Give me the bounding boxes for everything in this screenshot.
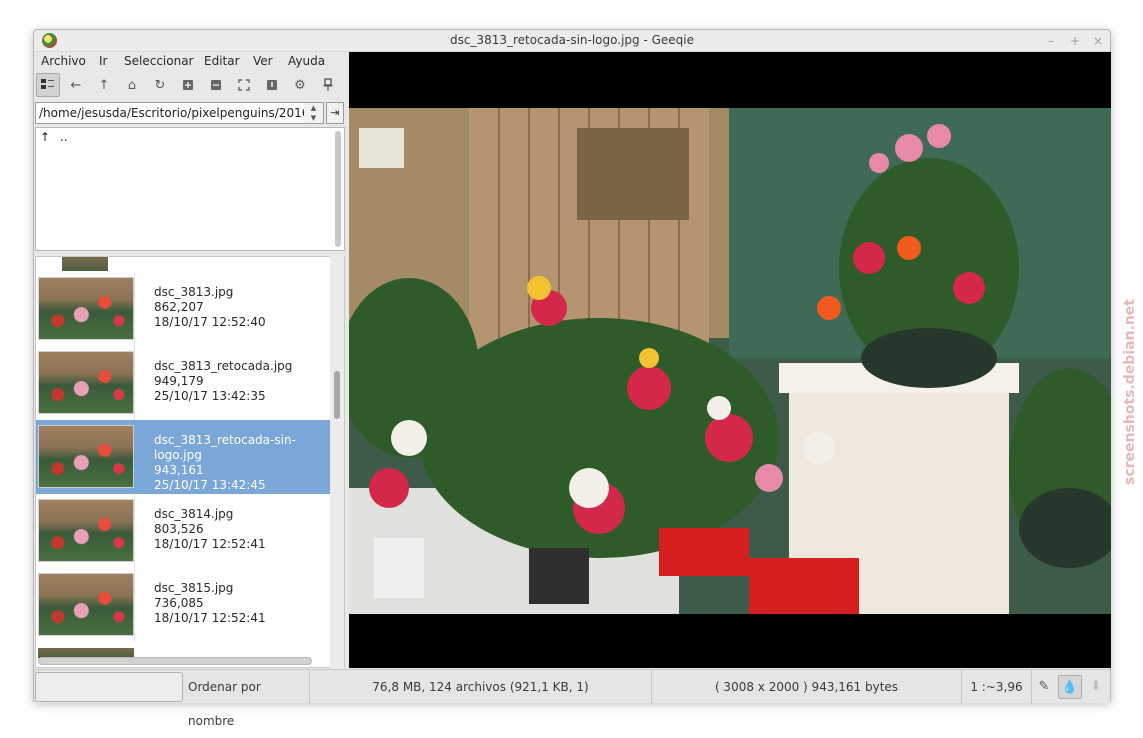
menu-editar[interactable]: Editar bbox=[204, 54, 240, 68]
go-to-path-button[interactable]: ⇥ bbox=[326, 102, 344, 124]
file-row[interactable]: dsc_3813_retocada.jpg 949,179 25/10/17 1… bbox=[36, 346, 331, 420]
refresh-icon[interactable]: ↻ bbox=[148, 73, 172, 97]
path-history-spinner[interactable]: ▲ ▼ bbox=[304, 102, 324, 124]
titlebar: dsc_3813_retocada-sin-logo.jpg - Geeqie … bbox=[34, 30, 1110, 52]
thumbnails-toggle-icon[interactable] bbox=[36, 73, 60, 97]
fullscreen-icon[interactable] bbox=[232, 73, 256, 97]
file-size: 862,207 bbox=[154, 300, 204, 314]
file-size: 943,161 bbox=[154, 463, 204, 477]
partial-thumbnail bbox=[62, 257, 108, 271]
maximize-icon[interactable]: + bbox=[1068, 34, 1082, 48]
toolbar: ← ↑ ⌂ ↻ ⚙ bbox=[34, 73, 348, 99]
directory-scrollbar[interactable] bbox=[335, 131, 341, 247]
file-date: 25/10/17 13:42:35 bbox=[154, 389, 266, 403]
totals-status: 76,8 MB, 124 archivos (921,1 KB, 1) bbox=[310, 670, 652, 704]
menubar: Archivo Ir Seleccionar Editar Ver Ayuda bbox=[34, 52, 348, 72]
file-row[interactable]: dsc_3813.jpg 862,207 18/10/17 12:52:40 bbox=[36, 272, 331, 346]
thumbnail bbox=[38, 425, 134, 488]
menu-ir[interactable]: Ir bbox=[99, 54, 107, 68]
zoom-status: 1 :~3,96 bbox=[962, 670, 1032, 704]
file-date: 18/10/17 12:52:41 bbox=[154, 537, 266, 551]
menu-seleccionar[interactable]: Seleccionar bbox=[124, 54, 193, 68]
file-row-selected[interactable]: dsc_3813_retocada-sin-logo.jpg 943,161 2… bbox=[36, 420, 331, 494]
thumbnail bbox=[38, 351, 134, 414]
file-date: 18/10/17 12:52:40 bbox=[154, 315, 266, 329]
image-viewer[interactable] bbox=[349, 52, 1111, 668]
file-size: 736,085 bbox=[154, 596, 204, 610]
up-arrow-icon: ↑ bbox=[40, 130, 51, 144]
file-row[interactable]: dsc_3815.jpg 736,085 18/10/17 12:52:41 bbox=[36, 568, 331, 642]
thumbnail bbox=[38, 573, 134, 636]
path-input[interactable]: /home/jesusda/Escritorio/pixelpenguins/2… bbox=[35, 102, 305, 124]
save-icon[interactable]: ⬇ bbox=[1084, 675, 1108, 699]
sort-button[interactable]: Ordenar por nombre bbox=[184, 670, 310, 728]
zoom-out-icon[interactable] bbox=[204, 73, 228, 97]
filter-input[interactable] bbox=[35, 672, 183, 702]
file-list-scrollbar[interactable] bbox=[330, 256, 344, 668]
window-title: dsc_3813_retocada-sin-logo.jpg - Geeqie bbox=[449, 33, 695, 47]
file-size: 949,179 bbox=[154, 374, 204, 388]
zoom-in-icon[interactable] bbox=[176, 73, 200, 97]
up-icon[interactable]: ↑ bbox=[92, 73, 116, 97]
directory-list[interactable]: ↑ .. bbox=[35, 127, 345, 251]
statusbar: Ordenar por nombre 76,8 MB, 124 archivos… bbox=[34, 669, 1110, 728]
file-size: 803,526 bbox=[154, 522, 204, 536]
file-name: dsc_3813_retocada.jpg bbox=[154, 359, 293, 373]
home-icon[interactable]: ⌂ bbox=[120, 73, 144, 97]
color-picker-icon[interactable]: ✎ bbox=[1032, 675, 1056, 699]
screenshots-watermark: screenshots.debian.net bbox=[1117, 250, 1141, 490]
file-list[interactable]: dsc_3813.jpg 862,207 18/10/17 12:52:40 d… bbox=[35, 256, 345, 668]
watermark-text: screenshots.debian.net bbox=[1122, 299, 1138, 485]
close-icon[interactable]: × bbox=[1091, 34, 1105, 48]
menu-archivo[interactable]: Archivo bbox=[41, 54, 86, 68]
file-row[interactable]: dsc_3814.jpg 803,526 18/10/17 12:52:41 bbox=[36, 494, 331, 568]
geeqie-window: dsc_3813_retocada-sin-logo.jpg - Geeqie … bbox=[33, 29, 1111, 728]
thumbnail bbox=[38, 277, 134, 340]
minimize-icon[interactable]: – bbox=[1044, 34, 1058, 48]
pin-icon[interactable] bbox=[316, 73, 340, 97]
parent-directory-label: .. bbox=[59, 130, 68, 144]
horizontal-scrollbar[interactable] bbox=[38, 657, 312, 665]
parent-directory-item[interactable]: ↑ .. bbox=[40, 130, 68, 144]
file-name: dsc_3813.jpg bbox=[154, 285, 234, 299]
info-icon[interactable] bbox=[260, 73, 284, 97]
file-name: dsc_3815.jpg bbox=[154, 581, 234, 595]
thumbnail bbox=[38, 499, 134, 562]
menu-ayuda[interactable]: Ayuda bbox=[288, 54, 325, 68]
settings-icon[interactable]: ⚙ bbox=[288, 73, 312, 97]
image-info-status: ( 3008 x 2000 ) 943,161 bytes bbox=[652, 670, 962, 704]
flower-photo bbox=[349, 108, 1111, 614]
file-date: 18/10/17 12:52:41 bbox=[154, 611, 266, 625]
menu-ver[interactable]: Ver bbox=[253, 54, 273, 68]
file-name: dsc_3814.jpg bbox=[154, 507, 234, 521]
scrollbar-thumb[interactable] bbox=[334, 371, 340, 419]
back-icon[interactable]: ← bbox=[64, 73, 88, 97]
color-management-icon[interactable]: 💧 bbox=[1058, 675, 1082, 699]
file-name: dsc_3813_retocada-sin-logo.jpg bbox=[154, 433, 296, 462]
file-date: 25/10/17 13:42:45 bbox=[154, 478, 266, 492]
